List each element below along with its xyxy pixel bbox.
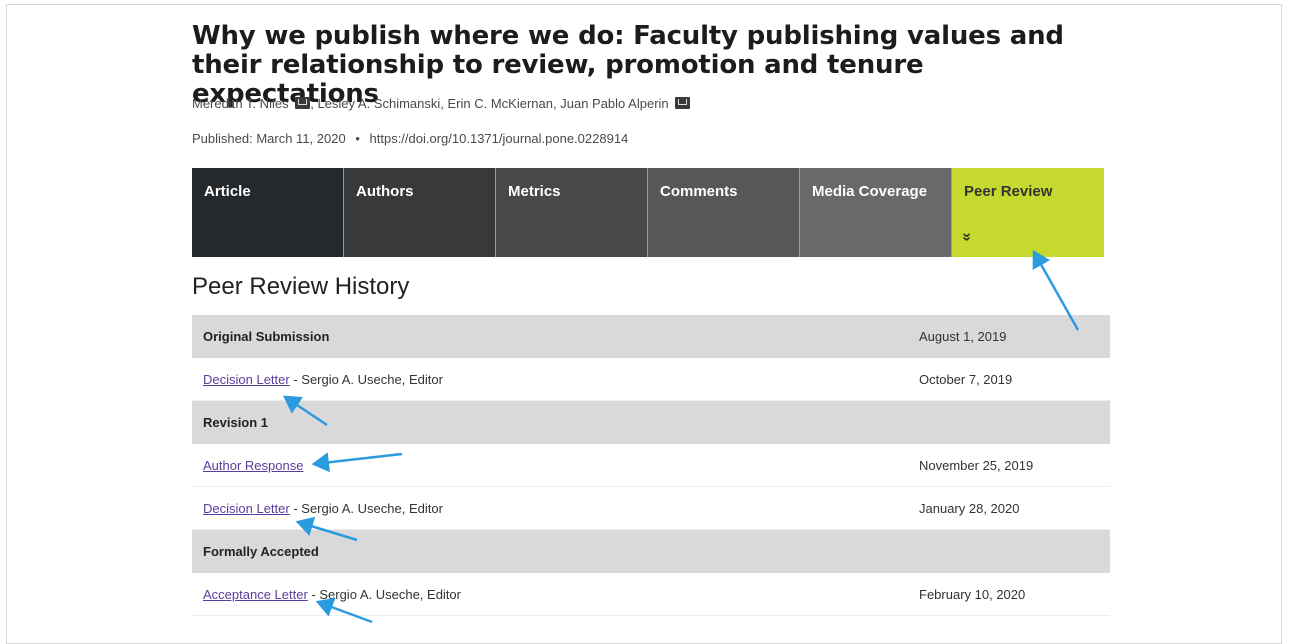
doi-link[interactable]: https://doi.org/10.1371/journal.pone.022… [370,131,629,146]
history-item-row: Author Response November 25, 2019 [192,444,1110,487]
tab-label: Media Coverage [812,183,928,200]
section-label: Formally Accepted [203,544,319,559]
tab-comments[interactable]: Comments [648,168,800,257]
history-item: Author Response [203,458,303,473]
tab-label: Comments [660,183,738,200]
tab-label: Authors [356,183,414,200]
document-link[interactable]: Author Response [203,458,303,473]
history-item: Decision Letter - Sergio A. Useche, Edit… [203,501,443,516]
document-link[interactable]: Decision Letter [203,501,290,516]
tab-label: Metrics [508,183,561,200]
author-list: Meredith T. Niles , Lesley A. Schimanski… [192,96,691,111]
history-date: November 25, 2019 [919,457,1034,473]
tab-label: Article [204,183,251,200]
tab-peer-review[interactable]: Peer Review » [952,168,1104,257]
history-date: January 28, 2020 [919,500,1020,516]
history-section-row: Original Submission August 1, 2019 [192,315,1110,358]
editor-credit: - Sergio A. Useche, Editor [289,371,443,387]
section-label: Original Submission [203,329,330,344]
history-item-row: Decision Letter - Sergio A. Useche, Edit… [192,487,1110,530]
chevron-down-icon: » [958,232,976,242]
publication-info: Published: March 11, 2020 • https://doi.… [192,131,628,146]
author-name[interactable]: Lesley A. Schimanski [317,96,440,111]
history-item-row: Acceptance Letter - Sergio A. Useche, Ed… [192,573,1110,616]
document-link[interactable]: Decision Letter [203,372,290,387]
history-item: Decision Letter - Sergio A. Useche, Edit… [203,372,443,387]
tab-metrics[interactable]: Metrics [496,168,648,257]
history-section-row: Formally Accepted [192,530,1110,573]
email-icon[interactable] [295,97,311,109]
peer-review-history-table: Original Submission August 1, 2019 Decisio… [192,315,1110,616]
email-icon[interactable] [675,97,691,109]
history-section-row: Revision 1 [192,401,1110,444]
author-separator: , [440,96,448,111]
history-item: Acceptance Letter - Sergio A. Useche, Ed… [203,587,461,602]
editor-credit: - Sergio A. Useche, Editor [289,500,443,516]
article-tab-bar: Article Authors Metrics Comments Media C… [192,168,1104,257]
author-name[interactable]: Juan Pablo Alperin [560,96,668,111]
history-date: October 7, 2019 [919,371,1013,387]
tab-media-coverage[interactable]: Media Coverage [800,168,952,257]
editor-credit: - Sergio A. Useche, Editor [307,586,461,602]
document-link[interactable]: Acceptance Letter [203,587,308,602]
tab-article[interactable]: Article [192,168,344,257]
peer-review-heading: Peer Review History [192,273,410,300]
separator-dot: • [355,131,360,146]
history-item-row: Decision Letter - Sergio A. Useche, Edit… [192,358,1110,401]
history-date: February 10, 2020 [919,586,1026,602]
tab-authors[interactable]: Authors [344,168,496,257]
section-label: Revision 1 [203,415,269,430]
author-name[interactable]: Erin C. McKiernan [448,96,553,111]
author-name[interactable]: Meredith T. Niles [192,96,289,111]
published-date: Published: March 11, 2020 [192,131,346,146]
history-date: August 1, 2019 [919,329,1007,344]
tab-label: Peer Review [964,183,1053,200]
